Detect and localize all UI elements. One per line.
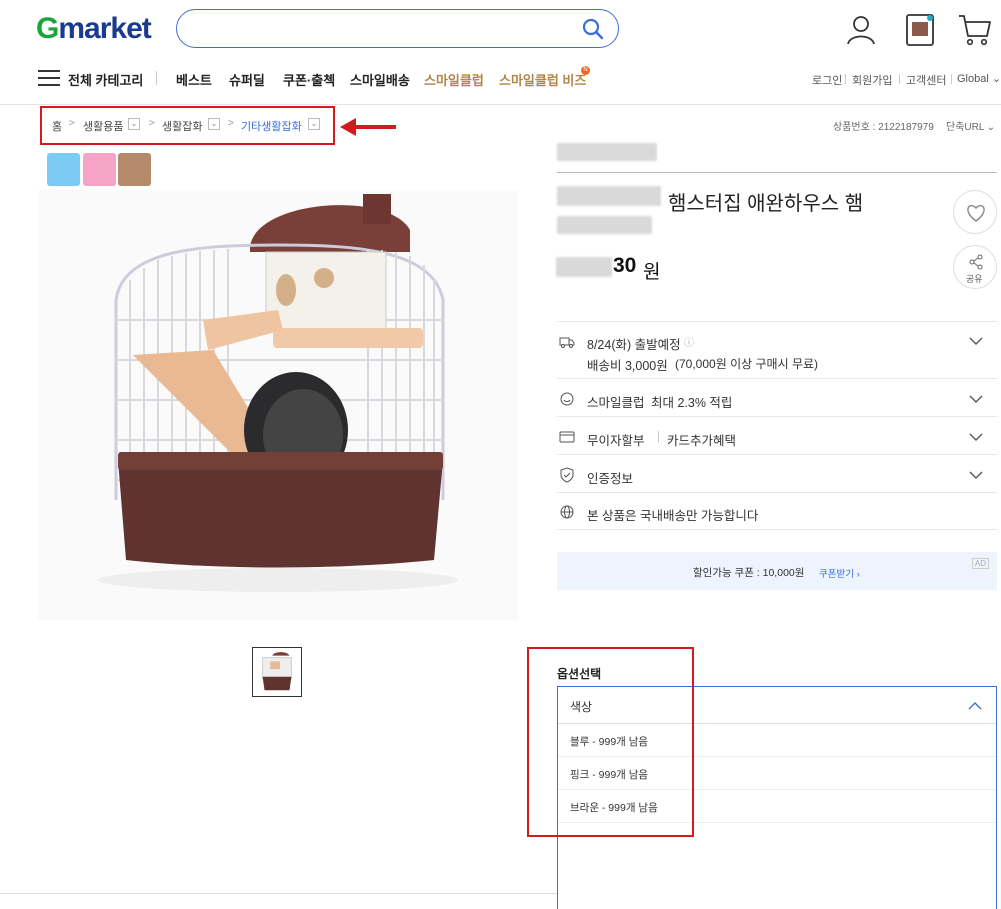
header-divider	[0, 104, 1001, 105]
share-icon	[969, 254, 983, 270]
certification-row[interactable]: 인증정보	[557, 454, 997, 492]
annotation-arrow-icon	[340, 118, 396, 136]
smileclub-benefit: 최대 2.3% 적립	[651, 396, 733, 410]
ad-badge: AD	[971, 558, 989, 569]
chevron-down-icon[interactable]	[969, 337, 983, 346]
product-price: 30	[613, 254, 637, 277]
card-benefit-row[interactable]: 무이자할부 카드추가혜택	[557, 416, 997, 454]
search-input[interactable]	[195, 18, 565, 40]
smileclub-row[interactable]: 스마일클럽 최대 2.3% 적립	[557, 378, 997, 416]
nav-divider	[156, 71, 157, 85]
globe-icon	[560, 505, 574, 519]
annotation-highlight-box	[527, 647, 694, 837]
heart-icon	[967, 204, 985, 222]
coupon-banner[interactable]: 할인가능 쿠폰 : 10,000원 쿠폰받기 › AD	[557, 552, 997, 590]
login-link[interactable]: 로그인	[812, 72, 842, 88]
product-title: 햄스터집 애완하우스 햄	[668, 193, 864, 215]
price-unit: 원	[643, 262, 661, 283]
delivery-fee: 배송비 3,000원	[587, 359, 668, 373]
breadcrumb-living[interactable]: 생활용품	[83, 118, 123, 134]
breadcrumb-separator: >	[228, 118, 234, 129]
swatch-brown[interactable]	[118, 153, 151, 186]
search-icon[interactable]	[582, 18, 604, 40]
chevron-up-icon[interactable]	[968, 701, 982, 710]
breadcrumb-separator: >	[149, 118, 155, 129]
all-categories-link[interactable]: 전체 카테고리	[68, 70, 143, 89]
card-extra-label: 카드추가혜택	[667, 434, 737, 448]
product-page: Gmarket 전체 카테고리 베스트 슈퍼딜 쿠폰·출첵 스마일배송 스마일클…	[0, 0, 1001, 909]
recent-view-icon[interactable]	[902, 12, 938, 48]
chevron-down-icon[interactable]	[969, 395, 983, 404]
domestic-shipping-row: 본 상품은 국내배송만 가능합니다	[557, 492, 997, 530]
gmarket-logo[interactable]: Gmarket	[36, 12, 152, 46]
get-coupon-link[interactable]: 쿠폰받기 ›	[819, 566, 860, 580]
product-number: 상품번호 : 2122187979	[833, 122, 934, 133]
chevron-down-icon[interactable]: ⌄	[208, 118, 220, 130]
card-divider	[658, 431, 659, 443]
truck-icon	[559, 337, 575, 348]
breadcrumb-goods[interactable]: 생활잡화	[162, 118, 202, 134]
new-badge: N	[581, 66, 590, 75]
swatch-pink[interactable]	[83, 153, 116, 186]
shield-icon	[560, 467, 574, 483]
global-link[interactable]: Global ⌄	[957, 72, 1001, 85]
installment-label: 무이자할부	[587, 434, 645, 448]
wishlist-button[interactable]	[953, 190, 997, 234]
share-label: 공유	[966, 274, 983, 284]
util-divider	[845, 74, 846, 84]
delivery-date: 8/24(화) 출발예정	[587, 338, 681, 352]
chevron-down-icon[interactable]: ⌄	[308, 118, 320, 130]
short-url-button[interactable]: 단축URL ⌄	[946, 118, 995, 133]
customer-center-link[interactable]: 고객센터	[906, 72, 946, 88]
signup-link[interactable]: 회원가입	[852, 72, 892, 88]
swatch-blue[interactable]	[47, 153, 80, 186]
logo-text: market	[58, 12, 151, 45]
blurred-title-prefix	[557, 186, 661, 206]
blurred-seller	[557, 143, 657, 161]
blurred-price	[556, 257, 612, 277]
nav-smile-delivery[interactable]: 스마일배송	[350, 70, 410, 89]
share-button[interactable]: 공유	[953, 245, 997, 289]
help-icon[interactable]: ⓘ	[684, 334, 694, 349]
util-divider	[951, 74, 952, 84]
blurred-title-suffix	[557, 216, 652, 234]
smile-icon	[560, 392, 574, 406]
breadcrumb-home[interactable]: 홈	[52, 118, 62, 134]
menu-icon[interactable]	[38, 70, 60, 86]
title-divider	[557, 172, 997, 173]
product-image[interactable]	[38, 190, 518, 620]
cart-icon[interactable]	[957, 12, 993, 48]
domestic-label: 본 상품은 국내배송만 가능합니다	[587, 509, 759, 523]
cert-label: 인증정보	[587, 472, 634, 486]
nav-smileclub[interactable]: 스마일클럽	[424, 70, 484, 89]
breadcrumb-etc[interactable]: 기타생활잡화	[241, 118, 302, 134]
smileclub-label: 스마일클럽	[587, 396, 645, 410]
product-thumbnail[interactable]	[252, 647, 302, 697]
util-divider	[899, 74, 900, 84]
card-icon	[559, 431, 575, 443]
breadcrumb: 홈 > 생활용품 ⌄ > 생활잡화 ⌄ > 기타생활잡화 ⌄	[40, 106, 335, 145]
chevron-down-icon[interactable]: ⌄	[128, 118, 140, 130]
search-bar[interactable]	[176, 9, 619, 48]
content-divider	[0, 893, 557, 894]
nav-best[interactable]: 베스트	[176, 70, 212, 89]
breadcrumb-separator: >	[69, 118, 75, 129]
coupon-text: 할인가능 쿠폰 : 10,000원	[693, 567, 805, 579]
nav-superdeal[interactable]: 슈퍼딜	[229, 70, 265, 89]
chevron-down-icon[interactable]	[969, 471, 983, 480]
main-nav: 전체 카테고리 베스트 슈퍼딜 쿠폰·출첵 스마일배송 스마일클럽 스마일클럽 …	[0, 66, 1001, 90]
delivery-fee-note: (70,000원 이상 구매시 무료)	[675, 357, 819, 371]
delivery-row[interactable]: 8/24(화) 출발예정 ⓘ 배송비 3,000원 (70,000원 이상 구매…	[557, 321, 997, 378]
nav-coupon[interactable]: 쿠폰·출첵	[283, 70, 335, 89]
chevron-down-icon[interactable]	[969, 433, 983, 442]
nav-smileclub-biz[interactable]: 스마일클럽 비즈	[499, 70, 586, 89]
user-icon[interactable]	[843, 12, 879, 48]
logo-g: G	[36, 12, 59, 45]
